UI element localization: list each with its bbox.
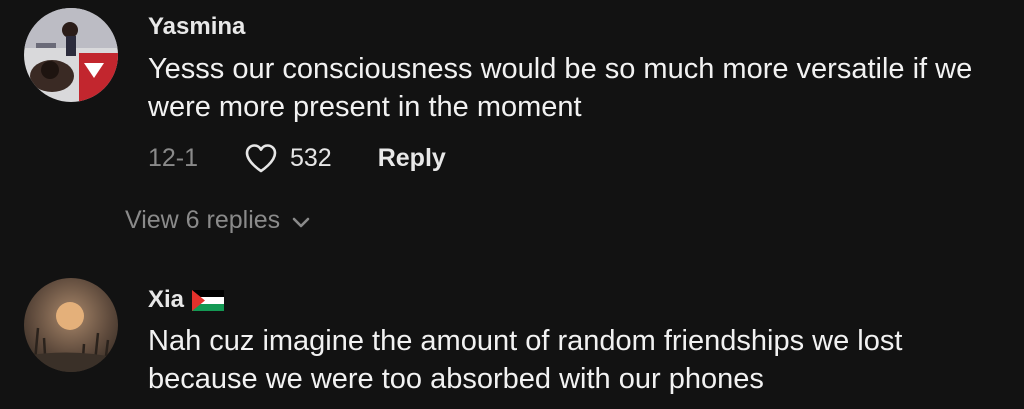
username[interactable]: Yasmina [148, 13, 245, 41]
username-label: Yasmina [148, 13, 246, 40]
palestine-flag-icon [192, 289, 225, 311]
comment-meta: 12-1 532 Reply [148, 140, 446, 176]
comment-text: Yesss our consciousness would be so much… [148, 53, 973, 123]
timestamp: 12-1 [148, 143, 199, 172]
view-replies-label: View 6 replies [125, 206, 281, 234]
comment-item: Xia Nah cuz imagine the amount of random… [0, 272, 1024, 409]
view-replies-button[interactable]: View 6 replies [125, 206, 310, 235]
chevron-down-icon [292, 213, 310, 229]
like-button[interactable]: 532 [244, 143, 332, 173]
username-label: Xia [148, 286, 185, 313]
reply-button[interactable]: Reply [378, 144, 446, 173]
comment-text: Nah cuz imagine the amount of random fri… [148, 325, 903, 395]
like-count: 532 [290, 143, 332, 172]
heart-outline-icon [244, 143, 278, 173]
comment-item: Yasmina Yesss our consciousness would be… [0, 0, 1024, 234]
avatar[interactable] [24, 278, 118, 372]
username[interactable]: Xia [148, 286, 225, 314]
avatar[interactable] [24, 8, 118, 102]
